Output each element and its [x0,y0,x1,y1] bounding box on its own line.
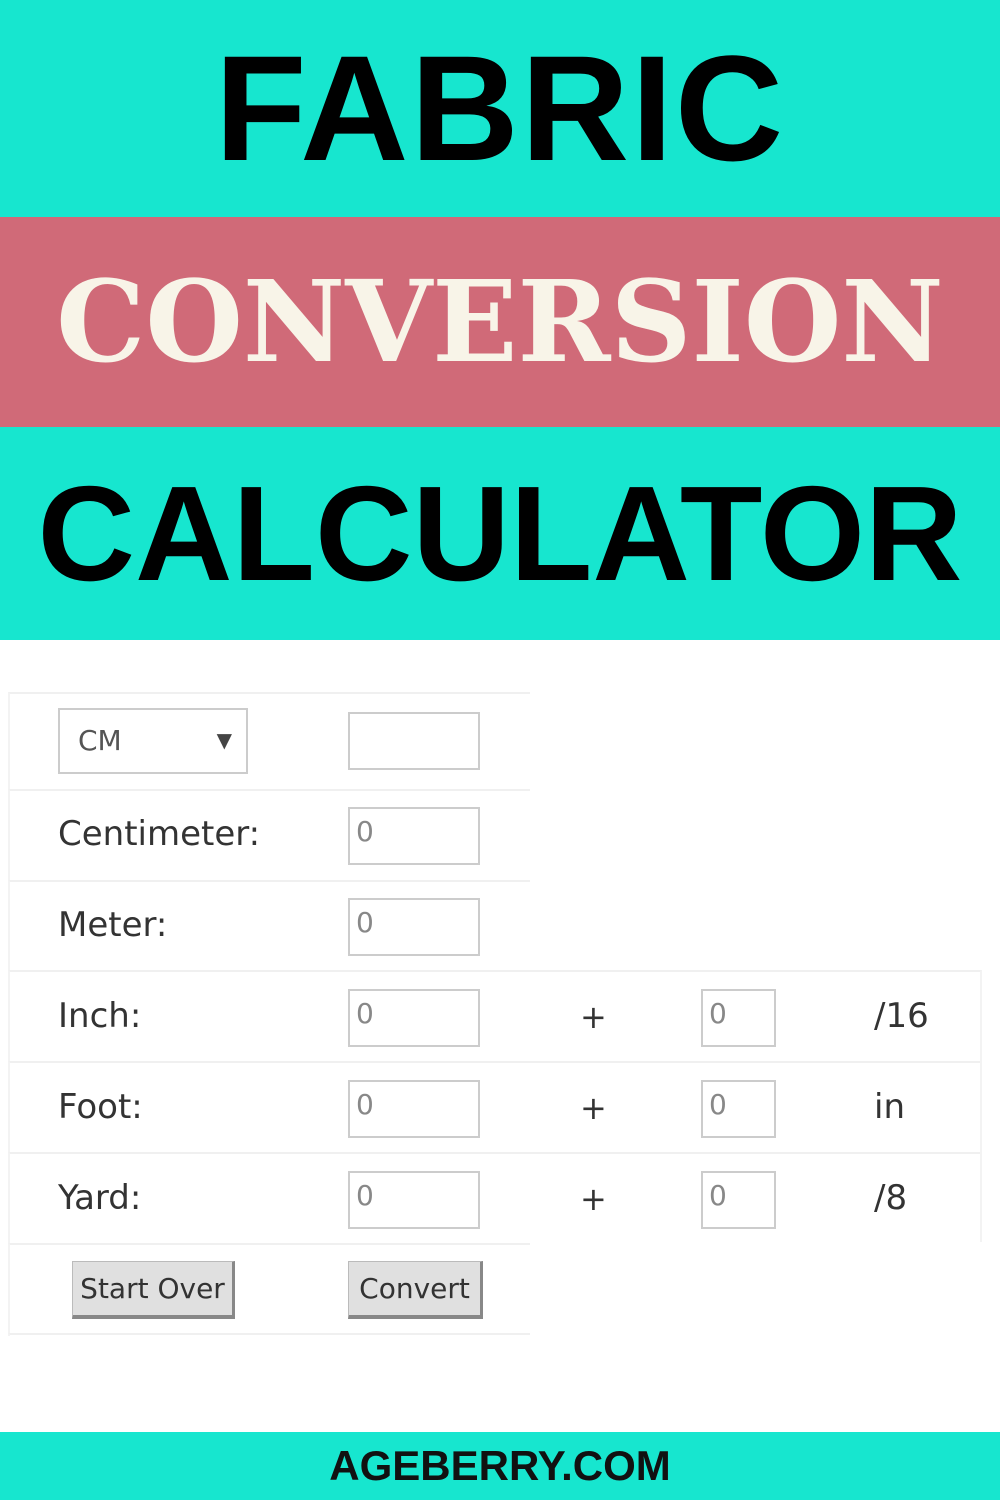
yard-fraction-input[interactable]: 0 [701,1171,776,1229]
centimeter-label: Centimeter: [58,814,261,854]
centimeter-input[interactable]: 0 [348,807,480,865]
foot-input[interactable]: 0 [348,1080,480,1138]
yard-suffix: /8 [874,1178,908,1218]
row-divider [8,1152,980,1154]
plus-sign: + [580,1180,607,1218]
unit-select-value: CM [78,724,122,757]
row-divider [8,880,530,882]
meter-input[interactable]: 0 [348,898,480,956]
meter-label: Meter: [58,905,168,945]
row-divider [8,1333,530,1335]
row-divider [8,789,530,791]
plus-sign: + [580,998,607,1036]
plus-sign: + [580,1089,607,1127]
inch-input[interactable]: 0 [348,989,480,1047]
inch-suffix: /16 [874,996,929,1036]
inch-fraction-input[interactable]: 0 [701,989,776,1047]
foot-label: Foot: [58,1087,143,1127]
row-divider [8,1243,530,1245]
yard-input[interactable]: 0 [348,1171,480,1229]
start-over-button[interactable]: Start Over [72,1261,235,1319]
yard-label: Yard: [58,1178,142,1218]
row-divider [8,970,982,1242]
row-divider [8,1061,980,1063]
convert-button[interactable]: Convert [348,1261,483,1319]
inch-label: Inch: [58,996,142,1036]
foot-inches-input[interactable]: 0 [701,1080,776,1138]
dropdown-arrow-icon: ▼ [216,728,232,752]
value-input[interactable] [348,712,480,770]
title-calculator: CALCULATOR [0,427,1000,640]
row-divider [8,692,530,695]
foot-suffix: in [874,1087,905,1127]
title-conversion: CONVERSION [0,217,1000,427]
footer-site: AGEBERRY.COM [0,1432,1000,1500]
title-fabric: FABRIC [0,0,1000,217]
unit-select[interactable]: CM ▼ [58,708,248,774]
